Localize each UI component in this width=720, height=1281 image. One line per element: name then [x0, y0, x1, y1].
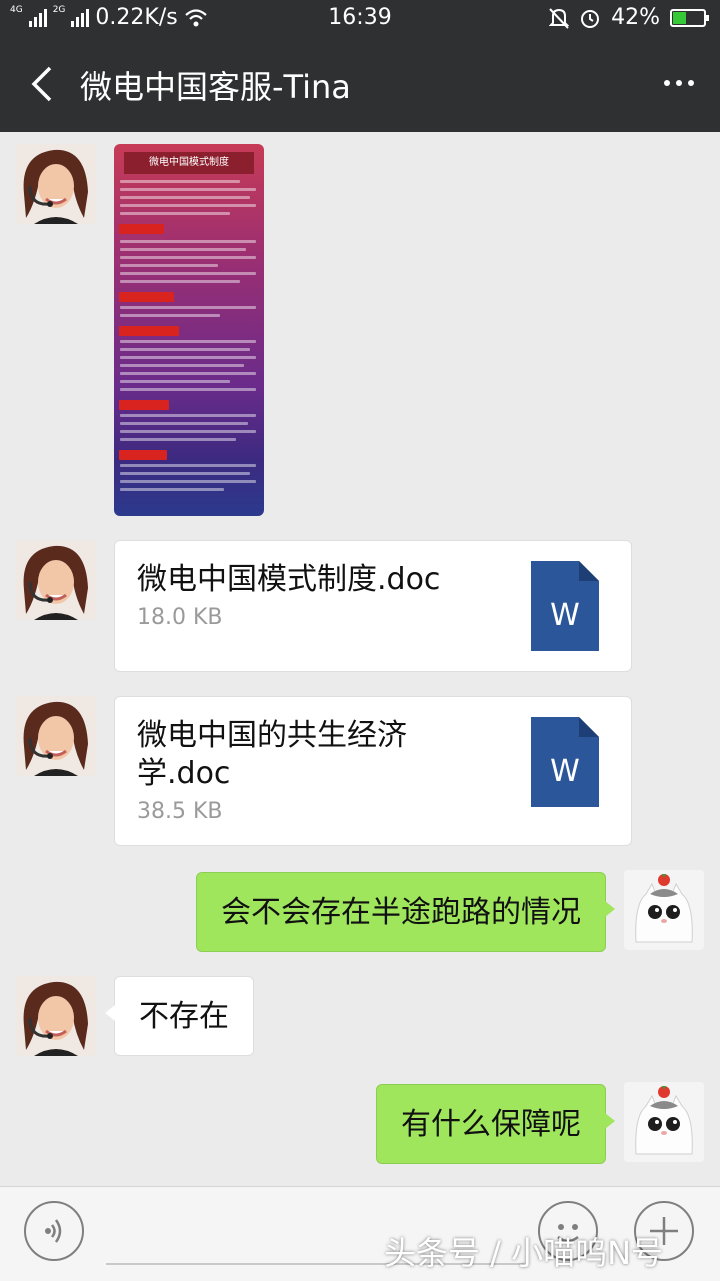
alarm-icon — [581, 9, 600, 28]
file-name: 微电中国的共生经济学.doc — [137, 718, 407, 791]
avatar[interactable] — [624, 1082, 704, 1162]
status-bar: 4G 2G 0.22K/s 16:39 42% — [0, 0, 720, 36]
battery-icon — [670, 8, 709, 27]
outgoing-message[interactable]: 有什么保障呢 — [376, 1084, 615, 1164]
image-heading: 微电中国模式制度 — [124, 152, 254, 174]
outgoing-message[interactable]: 会不会存在半途跑路的情况 — [196, 872, 615, 952]
chat-title: 微电中国客服-Tina — [80, 68, 351, 106]
mute-bell-icon — [549, 7, 570, 29]
voice-toggle-button[interactable] — [24, 1201, 84, 1261]
word-doc-icon: W — [531, 717, 599, 807]
file-message[interactable]: 微电中国的共生经济学.doc 38.5 KB W — [114, 696, 632, 846]
image-message[interactable]: 微电中国模式制度 — [114, 144, 264, 516]
avatar[interactable] — [16, 696, 96, 776]
voice-icon — [45, 1219, 62, 1243]
word-icon-letter: W — [550, 754, 580, 789]
battery-percent: 42% — [611, 5, 660, 30]
watermark-text: 头条号 / 小喵呜N号 — [384, 1234, 664, 1272]
avatar[interactable] — [16, 144, 96, 224]
file-message[interactable]: 微电中国模式制度.doc 18.0 KB W — [114, 540, 632, 672]
word-doc-icon: W — [531, 561, 599, 651]
avatar[interactable] — [16, 976, 96, 1056]
file-name: 微电中国模式制度.doc — [137, 562, 441, 597]
chat-header: 微电中国客服-Tina — [0, 36, 720, 132]
file-size: 38.5 KB — [137, 799, 223, 824]
avatar[interactable] — [624, 870, 704, 950]
file-size: 18.0 KB — [137, 605, 223, 630]
word-icon-letter: W — [550, 598, 580, 633]
more-options-icon[interactable] — [664, 80, 694, 86]
battery-fill — [673, 11, 687, 24]
back-arrow-icon[interactable] — [24, 62, 68, 106]
incoming-message[interactable]: 不存在 — [105, 976, 254, 1056]
avatar[interactable] — [16, 540, 96, 620]
